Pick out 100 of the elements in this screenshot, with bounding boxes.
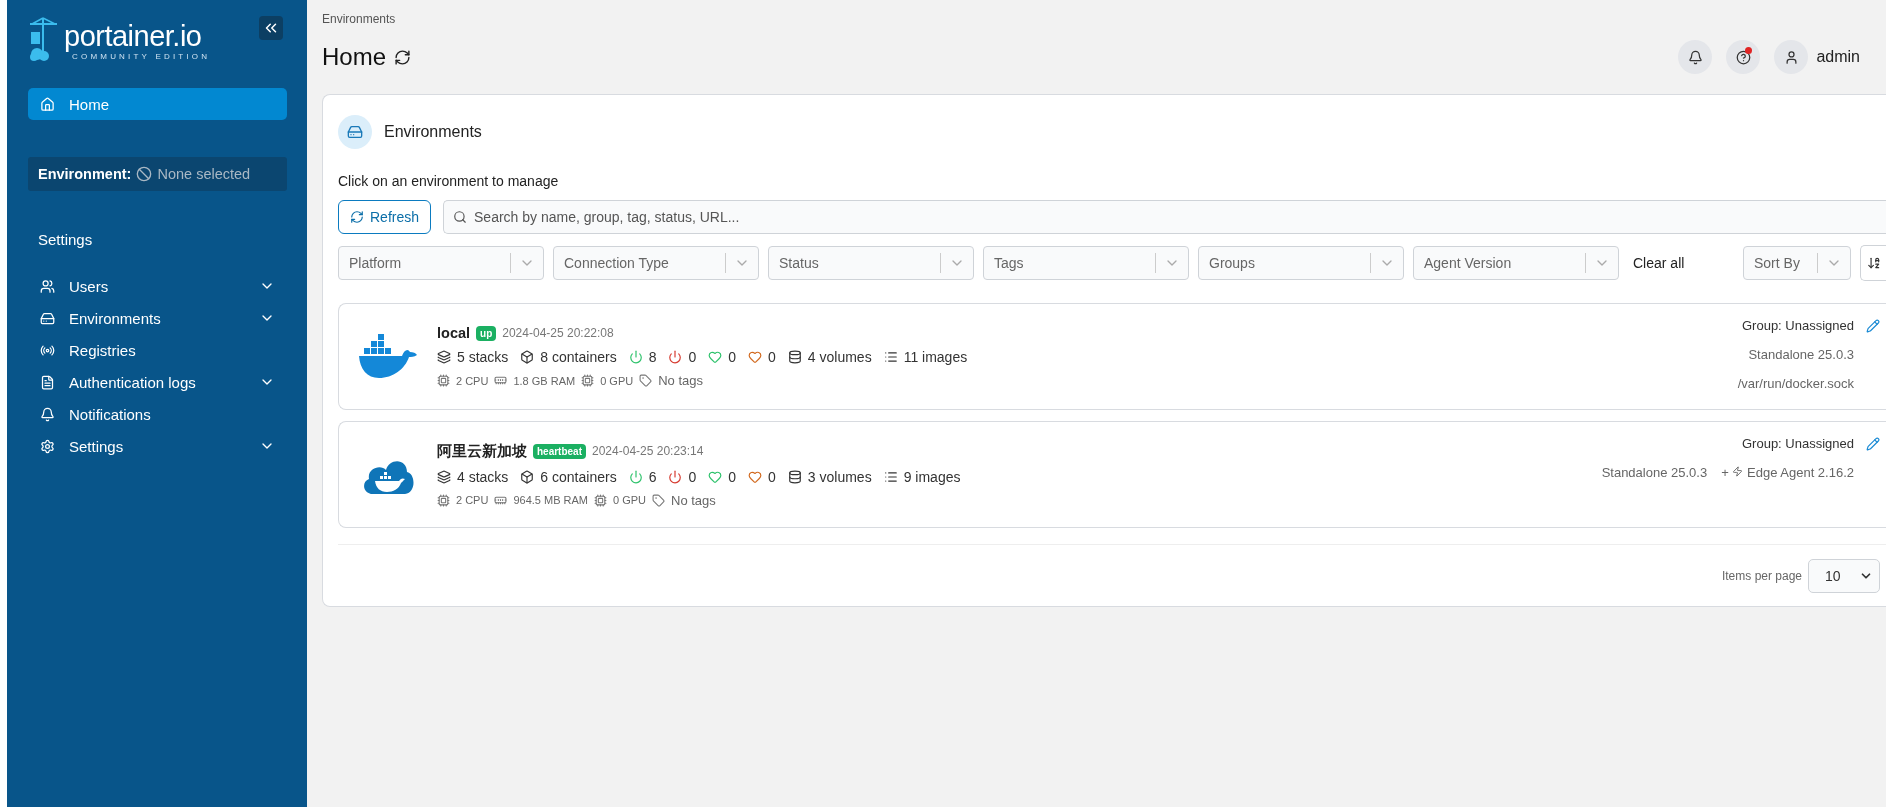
group-label: Group: Unassigned xyxy=(1742,318,1854,333)
cube-icon xyxy=(520,350,535,364)
volumes-count: 4 volumes xyxy=(807,349,872,365)
status-badge: up xyxy=(476,325,497,341)
breadcrumb[interactable]: Environments xyxy=(322,12,1886,26)
nav-icon xyxy=(40,406,55,422)
filter-dropdown[interactable]: Tags xyxy=(983,246,1189,280)
refresh-icon[interactable] xyxy=(394,48,412,66)
healthy-count: 0 xyxy=(728,468,737,485)
user-button[interactable] xyxy=(1774,40,1809,74)
tags-text: No tags xyxy=(671,492,716,508)
timestamp: 2024-04-25 20:22:08 xyxy=(502,326,614,340)
sort-icon xyxy=(1867,256,1881,270)
filter-dropdown[interactable]: Agent Version xyxy=(1413,246,1619,280)
page-title: Home xyxy=(322,43,387,71)
running-count: 8 xyxy=(648,349,657,365)
containers-count: 8 containers xyxy=(540,349,617,365)
clear-all-button[interactable]: Clear all xyxy=(1628,255,1685,271)
sidebar-item[interactable]: Authentication logs xyxy=(28,366,287,398)
sidebar-item[interactable]: Environments xyxy=(28,302,287,334)
status-badge: heartbeat xyxy=(533,443,586,459)
containers-count: 6 containers xyxy=(540,468,617,485)
volumes-count: 3 volumes xyxy=(807,468,872,485)
sidebar-item[interactable]: Registries xyxy=(28,334,287,366)
cube-icon xyxy=(520,469,535,484)
sort-dropdown[interactable]: Sort By xyxy=(1743,246,1851,280)
collapse-button[interactable] xyxy=(259,16,283,40)
stacks-count: 5 stacks xyxy=(457,349,509,365)
heart-icon xyxy=(748,469,763,484)
home-nav-item[interactable]: Home xyxy=(28,88,287,120)
tags-text: No tags xyxy=(658,373,703,388)
refresh-button[interactable]: Refresh xyxy=(338,200,432,234)
edit-icon[interactable] xyxy=(1866,318,1880,333)
nav-icon xyxy=(40,438,55,454)
nav-icon xyxy=(40,278,55,294)
environment-card[interactable]: 阿里云新加坡 heartbeat 2024-04-25 20:23:14 4 stacks 6 containers 6 0 0 0 3 volumes 9 images 2 CPU 964.5 MB RAM 0 GPU No tags Group: Unassigned Standalone 25.0.3 + Edge Agent 2.16.2 xyxy=(338,421,1886,528)
bell-icon xyxy=(1687,49,1703,65)
environment-label: Environment: xyxy=(38,166,132,182)
power-icon xyxy=(628,469,643,484)
tag-icon xyxy=(652,493,665,507)
detail-text: /var/run/docker.sock xyxy=(1737,376,1854,391)
cpu-count: 2 CPU xyxy=(456,494,489,506)
sidebar-item[interactable]: Settings xyxy=(28,430,287,462)
cpu-icon xyxy=(437,493,450,507)
environment-card[interactable]: local up 2024-04-25 20:22:08 5 stacks 8 containers 8 0 0 0 4 volumes 11 images 2 CPU 1.8 GB RAM 0 GPU No tags Group: Unassigned Standalone 25.0.3 /var/run/docker.sock xyxy=(338,303,1886,410)
bolt-icon xyxy=(1732,466,1744,477)
whale-icon xyxy=(358,333,418,380)
refresh-icon xyxy=(350,210,364,224)
timestamp: 2024-04-25 20:23:14 xyxy=(592,444,704,458)
memory-icon xyxy=(494,374,508,387)
sort-order-button[interactable] xyxy=(1860,245,1886,281)
search-field[interactable]: Search by name, group, tag, status, URL... xyxy=(443,200,1886,234)
ram-amount: 1.8 GB RAM xyxy=(513,374,576,387)
running-count: 6 xyxy=(648,468,657,485)
stopped-count: 0 xyxy=(688,349,697,365)
filter-dropdown[interactable]: Platform xyxy=(338,246,544,280)
filter-dropdown[interactable]: Status xyxy=(768,246,974,280)
hint-text: Click on an environment to manage xyxy=(338,173,560,189)
environment-value: None selected xyxy=(157,166,251,182)
unhealthy-count: 0 xyxy=(768,349,776,365)
gpu-count: 0 GPU xyxy=(600,374,634,387)
help-icon xyxy=(1735,49,1751,65)
logo-name: portainer.io xyxy=(64,20,203,52)
notifications-button[interactable] xyxy=(1678,40,1713,74)
power-icon xyxy=(668,350,683,364)
items-per-page-label: Items per page xyxy=(1721,569,1802,583)
gpu-count: 0 GPU xyxy=(613,494,646,506)
healthy-count: 0 xyxy=(728,349,737,365)
images-count: 9 images xyxy=(903,468,961,485)
stopped-count: 0 xyxy=(688,468,697,485)
panel-title: Environments xyxy=(384,123,482,141)
notification-dot xyxy=(1745,47,1753,54)
heart-icon xyxy=(708,350,723,364)
list-icon xyxy=(883,469,898,484)
edit-icon[interactable] xyxy=(1866,436,1880,451)
logo-subtitle: COMMUNITY EDITION xyxy=(72,52,211,61)
gpu-icon xyxy=(581,374,595,387)
gpu-icon xyxy=(594,493,607,507)
environment-name: 阿里云新加坡 xyxy=(437,441,527,461)
list-icon xyxy=(883,350,898,364)
database-icon xyxy=(787,350,802,364)
images-count: 11 images xyxy=(903,349,968,365)
layers-icon xyxy=(437,350,451,364)
sidebar-item[interactable]: Users xyxy=(28,270,287,302)
items-per-page-select[interactable]: 10 xyxy=(1808,559,1880,593)
ram-amount: 964.5 MB RAM xyxy=(513,494,588,506)
tag-icon xyxy=(639,374,653,387)
power-icon xyxy=(628,350,643,364)
section-title: Settings xyxy=(38,231,94,248)
heart-icon xyxy=(748,350,763,364)
help-button[interactable] xyxy=(1726,40,1761,74)
layers-icon xyxy=(437,469,451,484)
sidebar-item[interactable]: Notifications xyxy=(28,398,287,430)
filter-dropdown[interactable]: Groups xyxy=(1198,246,1404,280)
cpu-icon xyxy=(437,374,450,387)
filter-dropdown[interactable]: Connection Type xyxy=(553,246,759,280)
nav-icon xyxy=(40,310,55,326)
user-name[interactable]: admin xyxy=(1816,48,1860,66)
home-icon xyxy=(40,96,55,112)
portainer-logo-icon xyxy=(28,16,58,62)
